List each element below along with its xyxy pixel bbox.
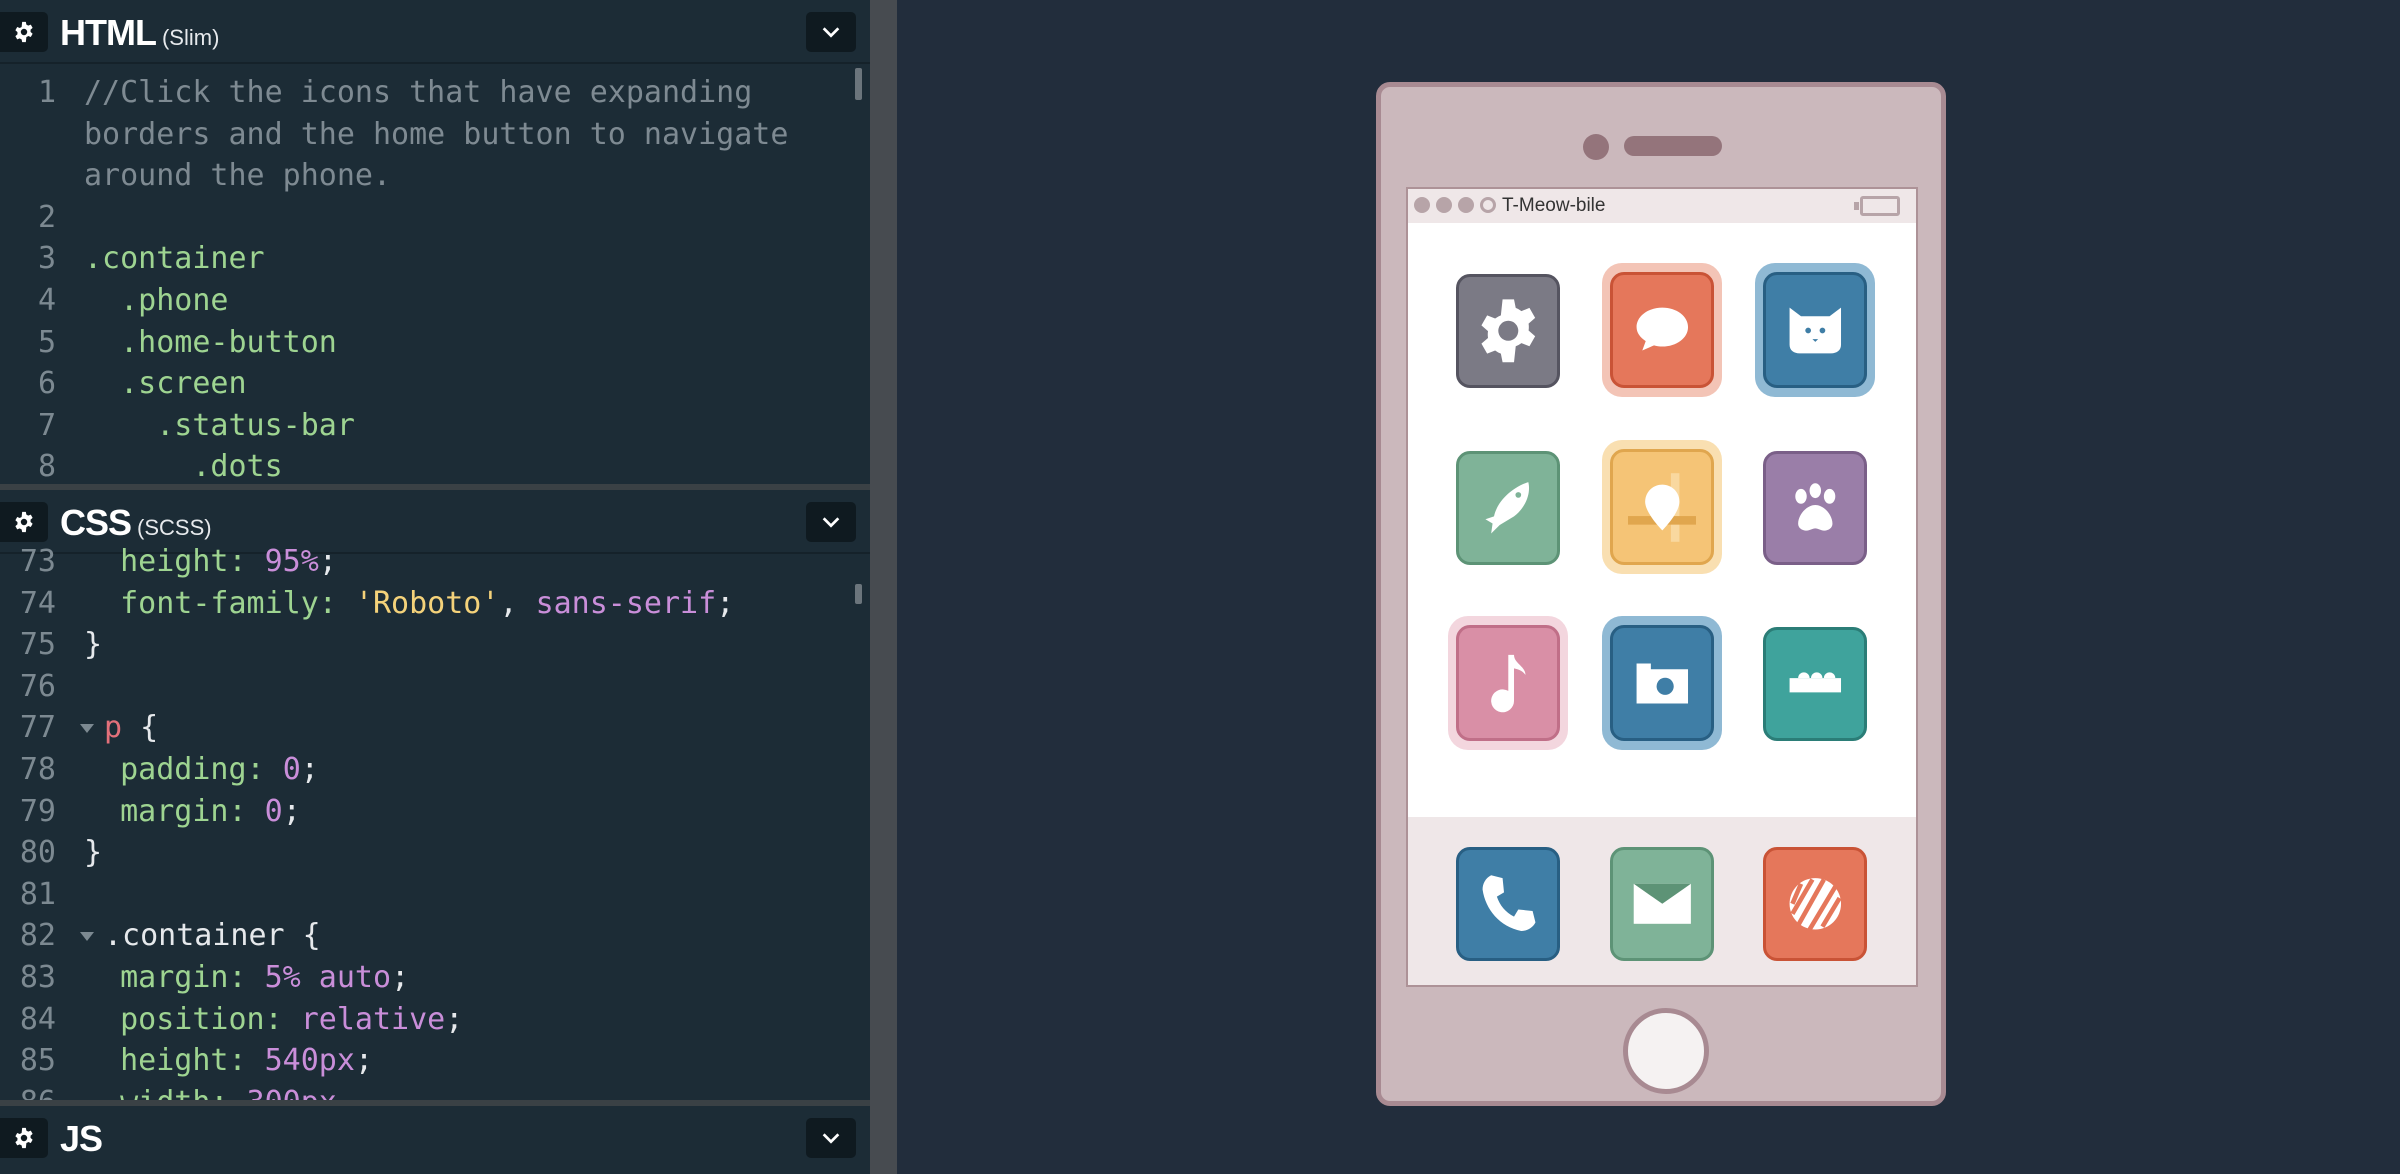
signal-dot: [1414, 197, 1430, 213]
dock-yarn[interactable]: [1763, 847, 1867, 961]
html-collapse-button[interactable]: [806, 12, 856, 52]
status-bar: T-Meow-bile: [1408, 189, 1916, 223]
code-line: 84 position: relative;: [19, 1001, 464, 1037]
app-dock: [1408, 817, 1916, 985]
signal-dot: [1436, 197, 1452, 213]
app-cat[interactable]: [1763, 272, 1867, 388]
gear-icon: [1481, 299, 1535, 363]
css-collapse-button[interactable]: [806, 502, 856, 542]
js-settings-button[interactable]: [0, 1118, 48, 1158]
phone: T-Meow-bile: [1376, 82, 1946, 1106]
app-messages[interactable]: [1610, 272, 1714, 388]
battery-icon: [1854, 196, 1900, 216]
html-code-editor[interactable]: 1//Click the icons that have expanding bo…: [0, 72, 870, 484]
gear-icon: [15, 21, 33, 43]
app-music[interactable]: [1456, 625, 1560, 741]
app-bed[interactable]: [1763, 627, 1867, 741]
code-line: 1//Click the icons that have expanding: [37, 75, 753, 110]
music-note-icon: [1490, 654, 1526, 712]
code-line: 77 p {: [19, 710, 159, 746]
code-line: 6 .screen: [37, 366, 247, 402]
dock-phone[interactable]: [1456, 847, 1560, 961]
yarn-ball-icon: [1789, 878, 1842, 931]
bed-icon: [1789, 672, 1841, 693]
css-code-editor[interactable]: 73 height: 95%; 74 font-family: 'Roboto'…: [0, 541, 870, 1101]
code-line: 86 width: 300px: [0, 1082, 870, 1101]
signal-dot: [1480, 197, 1496, 213]
js-pane-header: JS: [0, 1106, 870, 1174]
phone-handset-icon: [1482, 875, 1536, 932]
html-pane-header: HTML (Slim): [0, 0, 870, 64]
code-line: 80}: [19, 835, 103, 871]
cat-face-icon: [1789, 307, 1841, 353]
app-fish[interactable]: [1456, 451, 1560, 565]
css-settings-button[interactable]: [0, 502, 48, 542]
app-camera[interactable]: [1610, 625, 1714, 741]
chevron-down-icon: [822, 1133, 840, 1144]
code-line: 3 .container: [37, 241, 265, 277]
html-settings-button[interactable]: [0, 12, 48, 52]
code-line: 85 height: 540px;: [19, 1043, 373, 1079]
code-line: 4 .phone: [37, 282, 229, 318]
map-pin-icon: [1627, 472, 1697, 542]
code-line: 76: [19, 668, 56, 704]
fold-arrow-icon[interactable]: [80, 724, 94, 734]
code-line: 81: [19, 876, 56, 912]
speaker: [1624, 136, 1722, 156]
chevron-down-icon: [822, 517, 840, 528]
phone-screen: T-Meow-bile: [1406, 187, 1918, 987]
fish-icon: [1485, 482, 1529, 534]
code-line: 5 .home-button: [37, 324, 337, 360]
gear-icon: [15, 511, 33, 533]
envelope-icon: [1633, 883, 1691, 925]
css-scrollbar[interactable]: [855, 584, 862, 604]
front-camera: [1583, 134, 1609, 160]
paw-icon: [1794, 483, 1836, 531]
code-line: 82 .container {: [19, 918, 321, 954]
html-scrollbar[interactable]: [855, 68, 862, 100]
code-line: around the phone.: [84, 158, 392, 194]
code-line: 2: [37, 199, 56, 235]
carrier-name: T-Meow-bile: [1502, 195, 1606, 216]
gear-icon: [15, 1127, 33, 1149]
code-line: 8 .dots: [37, 449, 283, 484]
html-pane-title: HTML (Slim): [60, 12, 220, 53]
code-line: borders and the home button to navigate: [84, 116, 789, 152]
chevron-down-icon: [822, 27, 840, 38]
code-line: 75}: [19, 627, 103, 663]
speech-bubble-icon: [1636, 307, 1688, 351]
code-line: 79 margin: 0;: [19, 793, 301, 829]
app-paw[interactable]: [1763, 451, 1867, 565]
signal-dot: [1458, 197, 1474, 213]
app-settings[interactable]: [1456, 274, 1560, 388]
editor-column: HTML (Slim) 1//Click the icons that have …: [0, 0, 870, 1174]
code-line: 83 margin: 5% auto;: [19, 959, 410, 995]
js-pane-title: JS: [60, 1118, 103, 1159]
css-pane-title: CSS (SCSS): [60, 502, 212, 543]
code-line: 73 height: 95%;: [19, 544, 337, 579]
fold-arrow-icon[interactable]: [80, 932, 94, 942]
app-maps[interactable]: [1610, 449, 1714, 565]
code-line: 78 padding: 0;: [19, 751, 319, 787]
panel-resizer[interactable]: [870, 0, 897, 1174]
home-button[interactable]: [1623, 1008, 1709, 1094]
dock-mail[interactable]: [1610, 847, 1714, 961]
code-line: 74 font-family: 'Roboto', sans-serif;: [19, 585, 735, 621]
code-line: 7 .status-bar: [37, 407, 355, 443]
js-collapse-button[interactable]: [806, 1118, 856, 1158]
camera-icon: [1636, 662, 1688, 704]
